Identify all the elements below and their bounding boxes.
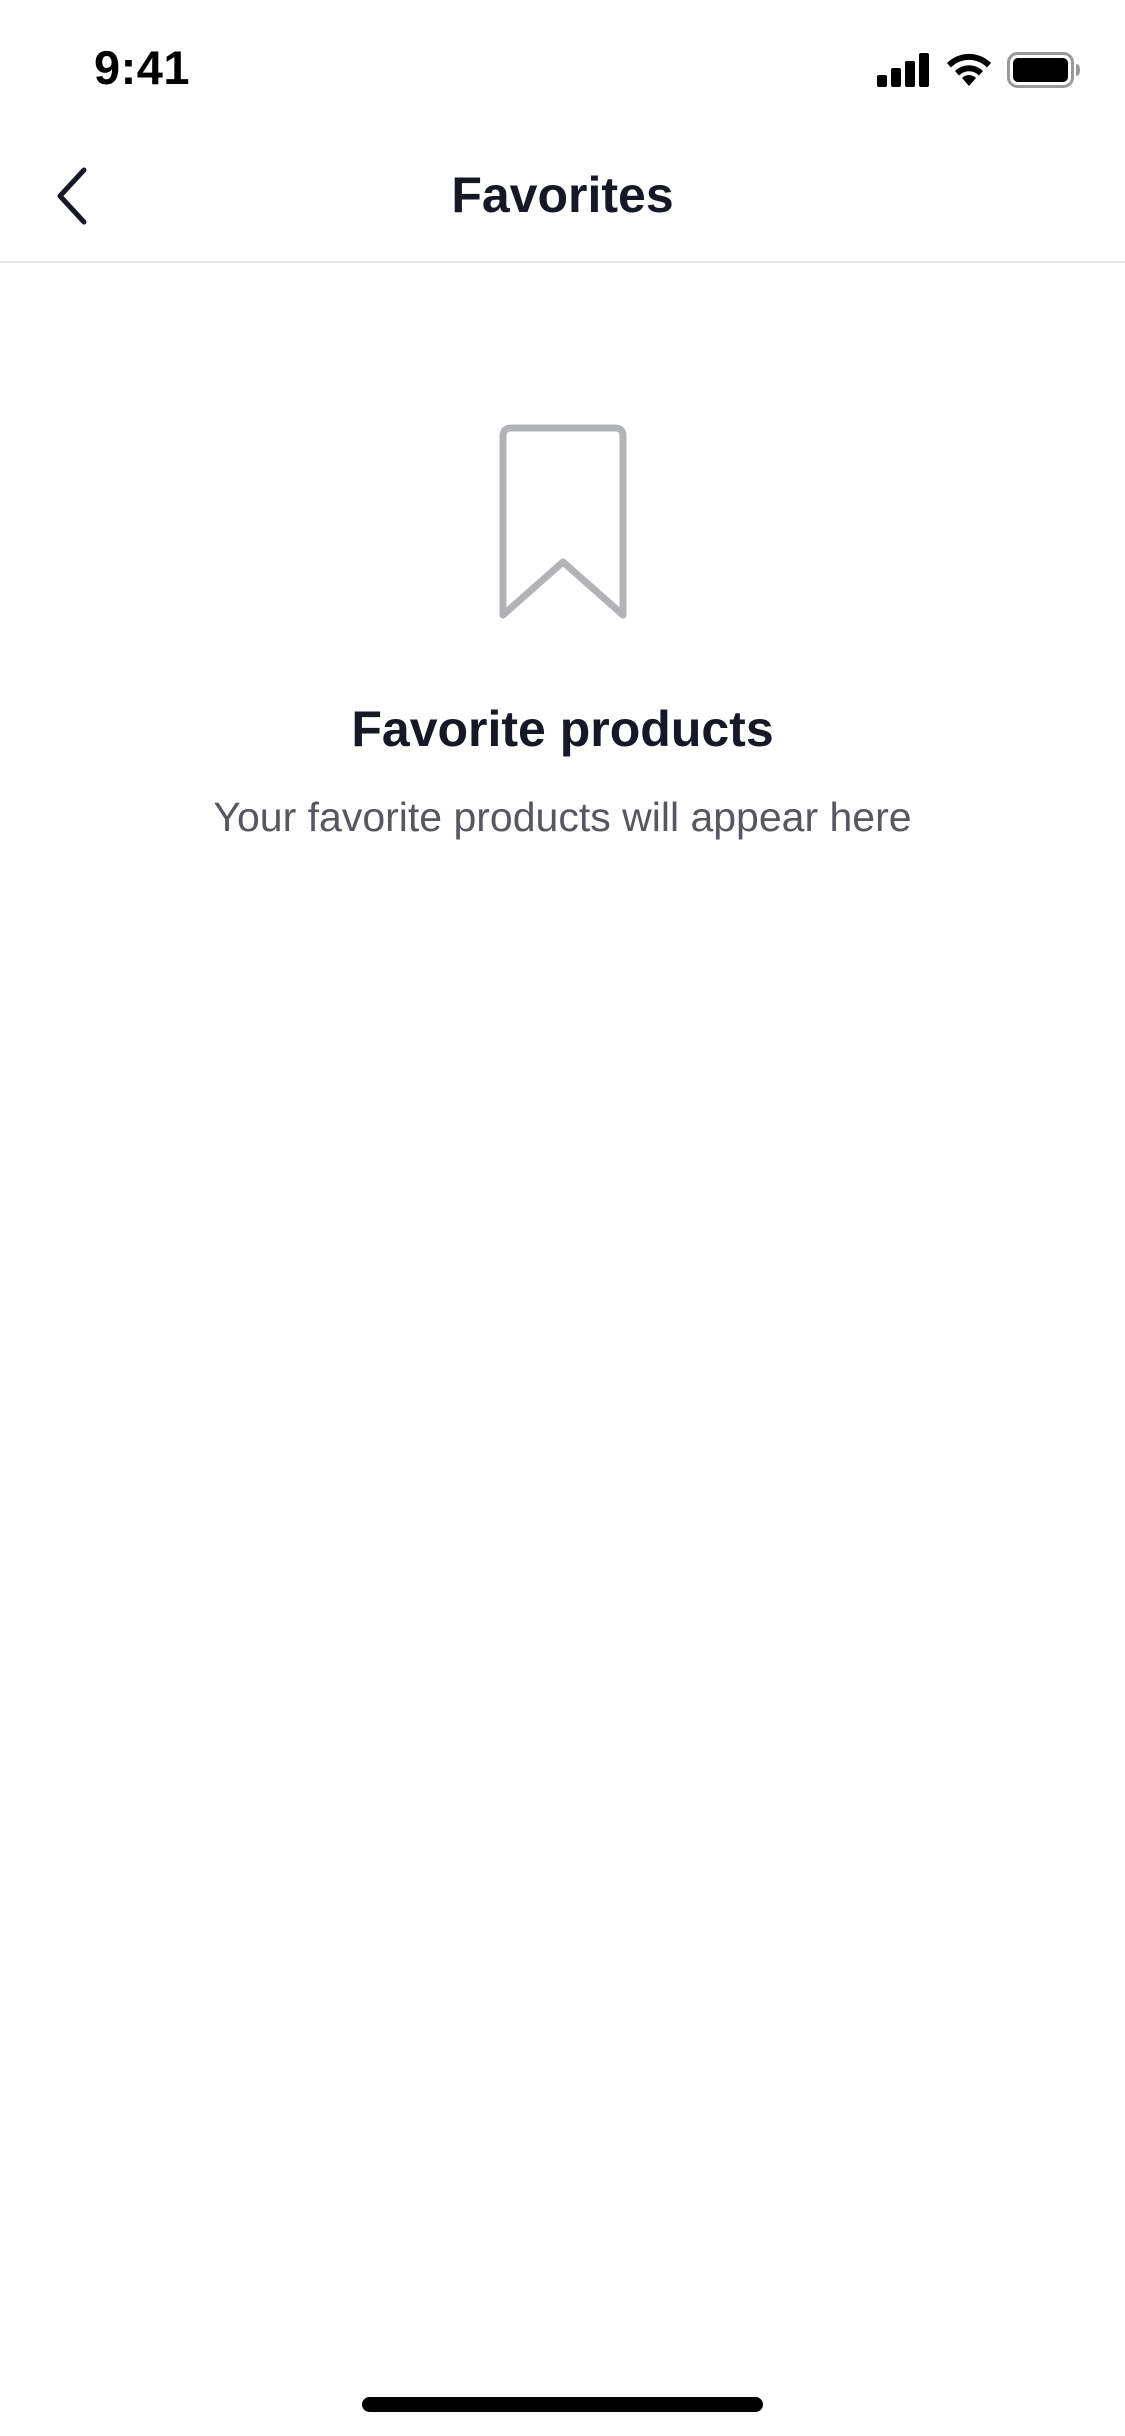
nav-bar: Favorites [0, 132, 1125, 263]
empty-state-subtitle: Your favorite products will appear here [213, 794, 912, 840]
page-title: Favorites [451, 167, 674, 223]
empty-state-title: Favorite products [351, 701, 774, 757]
status-time: 9:41 [94, 41, 191, 94]
home-indicator[interactable] [362, 2397, 763, 2412]
status-bar: 9:41 [0, 0, 1125, 132]
wifi-icon [945, 52, 993, 88]
empty-state: Favorite products Your favorite products… [0, 420, 1125, 841]
bookmark-icon [0, 420, 1125, 622]
cellular-signal-icon [877, 53, 931, 87]
battery-icon [1007, 52, 1081, 88]
status-icons [877, 48, 1081, 92]
